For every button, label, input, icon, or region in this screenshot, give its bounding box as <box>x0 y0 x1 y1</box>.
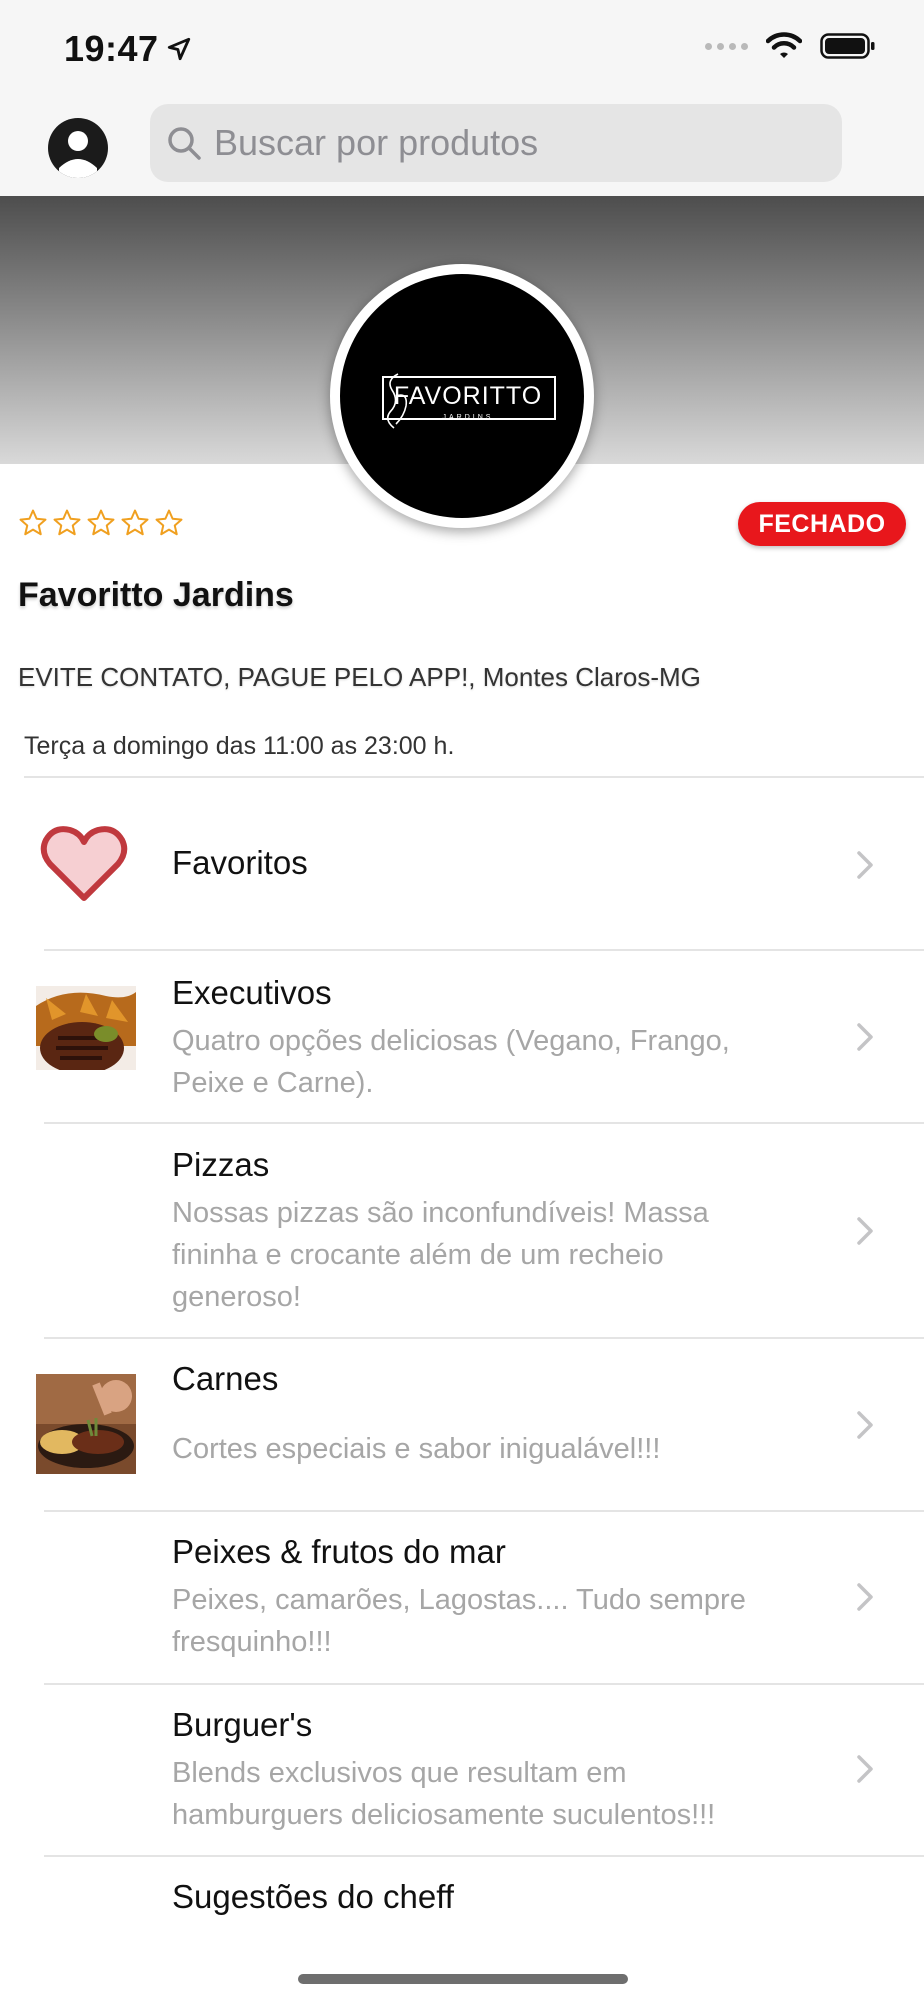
chevron-right-icon <box>857 1583 873 1611</box>
category-title: Burguer's <box>172 1706 313 1743</box>
divider <box>44 1122 924 1124</box>
store-hours: Terça a domingo das 11:00 as 23:00 h. <box>24 732 455 760</box>
category-title: Favoritos <box>172 844 308 881</box>
star-icon <box>155 509 183 536</box>
top-header: Buscar por produtos <box>0 100 924 196</box>
store-name: Favoritto Jardins <box>18 576 294 614</box>
battery-icon <box>820 33 875 59</box>
category-description: Peixes, camarões, Lagostas.... Tudo semp… <box>172 1584 746 1658</box>
category-description: Nossas pizzas são inconfundíveis! Massa … <box>172 1197 709 1313</box>
star-icon <box>53 509 81 536</box>
chevron-right-icon <box>857 1217 873 1245</box>
status-badge: FECHADO <box>738 502 906 546</box>
divider <box>44 1337 924 1339</box>
heart-icon <box>40 826 128 901</box>
star-icon <box>19 509 47 536</box>
status-time: 19:47 <box>64 28 159 69</box>
category-title: Executivos <box>172 974 332 1011</box>
rating-stars <box>18 508 184 538</box>
divider <box>44 1510 924 1512</box>
chevron-right-icon <box>857 1755 873 1783</box>
star-icon <box>87 509 115 536</box>
chevron-right-icon <box>857 1023 873 1051</box>
star-icon <box>121 509 149 536</box>
search-placeholder: Buscar por produtos <box>214 122 539 163</box>
status-bar: 19:47 <box>0 0 924 100</box>
divider <box>44 1855 924 1857</box>
grilled-meat-image <box>36 1374 136 1474</box>
category-description: Quatro opções deliciosas (Vegano, Frango… <box>172 1025 730 1099</box>
logo-subtitle: JARDINS <box>442 414 494 421</box>
divider <box>44 1683 924 1685</box>
divider <box>44 949 924 951</box>
signal-dots-icon <box>705 42 748 50</box>
store-logo-circle: FAVORITTO JARDINS <box>340 274 584 518</box>
chevron-right-icon <box>857 1411 873 1439</box>
category-title: Sugestões do cheff <box>172 1878 454 1915</box>
category-thumbnail <box>36 986 136 1086</box>
search-icon <box>168 127 201 160</box>
search-input[interactable]: Buscar por produtos <box>150 104 842 182</box>
store-logo: FAVORITTO JARDINS <box>330 264 594 528</box>
category-title: Peixes & frutos do mar <box>172 1533 506 1570</box>
wifi-icon <box>766 32 802 58</box>
home-indicator[interactable] <box>298 1974 628 1984</box>
location-arrow-icon <box>167 37 191 61</box>
divider <box>24 776 924 778</box>
category-thumbnail <box>36 1374 136 1474</box>
category-description: Blends exclusivos que resultam em hambur… <box>172 1757 716 1831</box>
chevron-right-icon <box>857 851 873 879</box>
category-title: Pizzas <box>172 1146 270 1183</box>
user-icon <box>59 131 97 178</box>
steak-plate-image <box>36 986 136 1086</box>
profile-avatar-button[interactable] <box>48 118 108 178</box>
store-address: EVITE CONTATO, PAGUE PELO APP!, Montes C… <box>18 662 701 692</box>
logo-name: FAVORITTO <box>393 382 543 410</box>
category-title: Carnes <box>172 1360 279 1397</box>
category-description: Cortes especiais e sabor inigualável!!! <box>172 1433 661 1465</box>
